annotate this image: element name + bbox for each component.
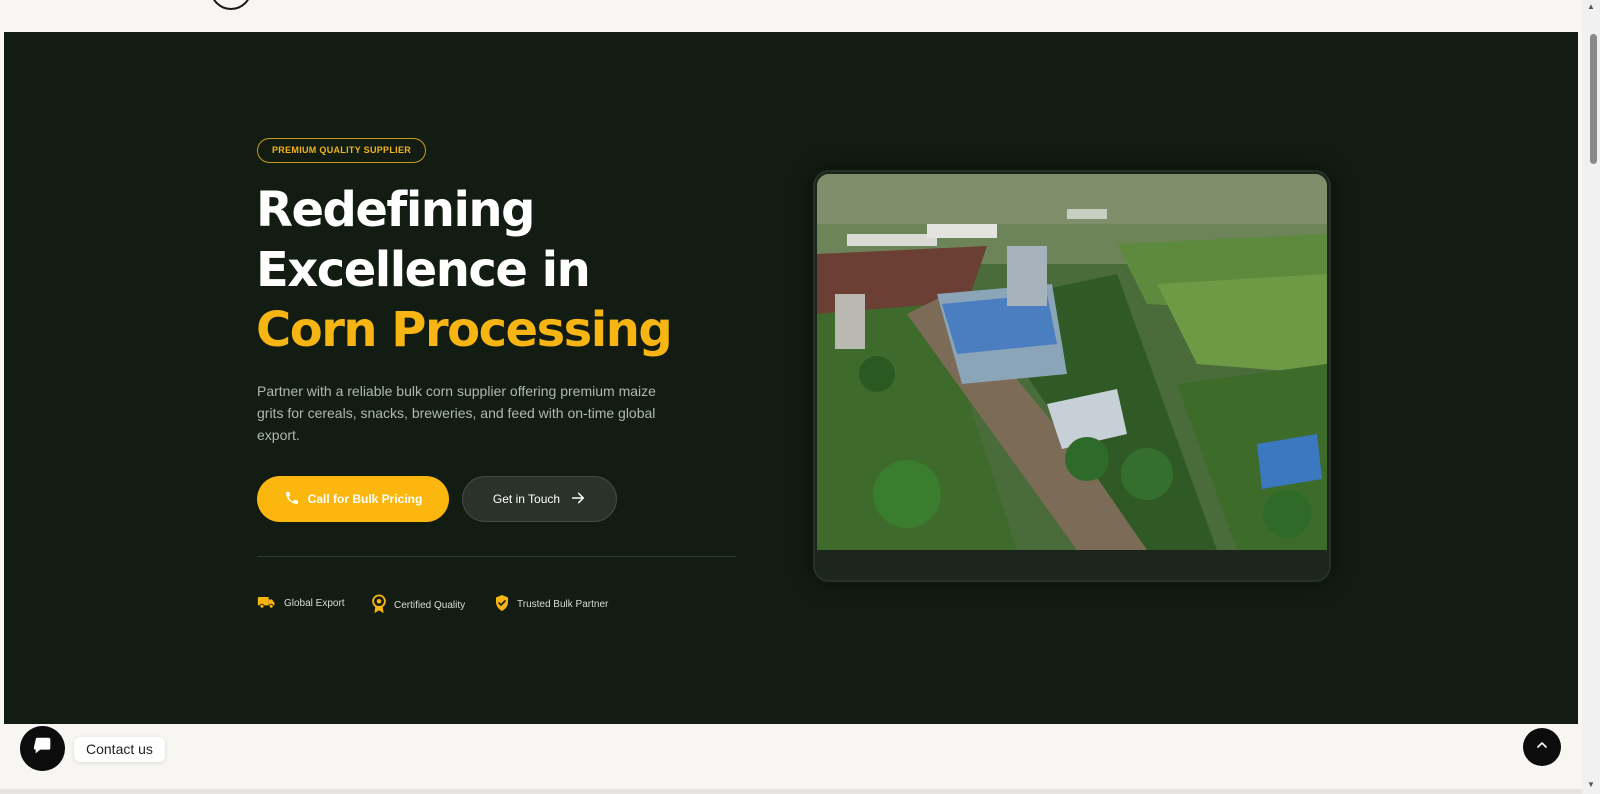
headline-line-1: Redefining [256,182,535,238]
truck-icon [257,594,277,613]
site-header [0,0,1582,32]
scroll-up-arrow-icon[interactable]: ▲ [1586,2,1596,11]
contact-us-label[interactable]: Contact us [74,737,165,762]
hero-divider [257,556,736,557]
trust-item-global-export: Global Export [257,594,345,613]
headline-line-2: Excellence in [256,242,591,298]
arrow-right-icon [570,490,586,509]
shield-check-icon [494,594,510,615]
get-in-touch-label: Get in Touch [492,492,561,506]
trust-item-certified-quality: Certified Quality [371,594,465,617]
get-in-touch-button[interactable]: Get in Touch [462,476,617,522]
phone-icon [284,490,300,509]
trust-label: Certified Quality [394,600,466,611]
hero-badge: PREMIUM QUALITY SUPPLIER [257,138,427,163]
next-section-edge [0,789,1582,794]
scrollbar-thumb[interactable] [1590,34,1597,164]
trust-item-trusted-partner: Trusted Bulk Partner [494,594,608,615]
call-bulk-pricing-button[interactable]: Call for Bulk Pricing [257,476,449,522]
headline-accent: Corn Processing [256,302,673,358]
chat-icon [32,735,54,762]
trust-label: Global Export [284,598,345,609]
hero-description: Partner with a reliable bulk corn suppli… [257,383,656,443]
scroll-to-top-button[interactable] [1523,728,1561,766]
hero-section: PREMIUM QUALITY SUPPLIER Redefining Exce… [4,32,1578,724]
contact-chat-button[interactable] [20,726,65,771]
logo[interactable] [210,0,252,10]
trust-label: Trusted Bulk Partner [517,599,609,610]
award-icon [371,594,387,617]
facility-aerial-photo [817,174,1327,550]
hero-headline: Redefining Excellence in Corn Processing [256,180,776,360]
call-bulk-pricing-label: Call for Bulk Pricing [307,492,423,506]
facility-image-card [813,170,1331,582]
chevron-up-icon [1534,737,1550,758]
scroll-down-arrow-icon[interactable]: ▼ [1586,780,1596,789]
